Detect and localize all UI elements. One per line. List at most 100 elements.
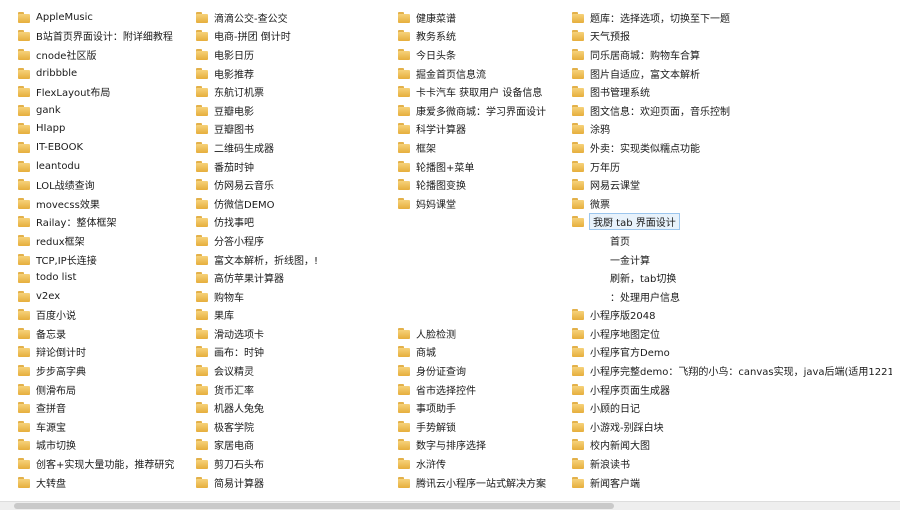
folder-item[interactable]: 百度小说	[18, 306, 196, 325]
folder-item[interactable]: 轮播图+菜单	[398, 157, 576, 176]
subfolder-item[interactable]: 一金计算	[572, 250, 892, 269]
folder-item[interactable]: 家居电商	[196, 436, 374, 455]
subfolder-item[interactable]: 首页	[572, 231, 892, 250]
folder-item[interactable]: 简易计算器	[196, 473, 374, 492]
folder-item[interactable]: 掘金首页信息流	[398, 64, 576, 83]
folder-item[interactable]: 会议精灵	[196, 361, 374, 380]
folder-item[interactable]: 电影日历	[196, 45, 374, 64]
folder-item[interactable]: 今日头条	[398, 45, 576, 64]
folder-item[interactable]: 创客+实现大量功能，推荐研究	[18, 454, 196, 473]
folder-item[interactable]: leantodu	[18, 157, 196, 176]
folder-item[interactable]: 小顾的日记	[572, 398, 892, 417]
folder-item[interactable]: 辩论倒计时	[18, 343, 196, 362]
subfolder-item[interactable]: 刷新，tab切换	[572, 268, 892, 287]
folder-item[interactable]: 天气预报	[572, 27, 892, 46]
folder-item[interactable]: 校内新闻大图	[572, 436, 892, 455]
folder-item[interactable]: 机器人兔兔	[196, 398, 374, 417]
folder-item[interactable]: 涂鸦	[572, 120, 892, 139]
folder-item[interactable]: 外卖：实现类似糯点功能	[572, 138, 892, 157]
folder-item[interactable]: 同乐居商城：购物车合算	[572, 45, 892, 64]
folder-item[interactable]: todo list	[18, 268, 196, 287]
folder-item[interactable]: 商城	[398, 343, 576, 362]
folder-item[interactable]: 剪刀石头布	[196, 454, 374, 473]
folder-item[interactable]: 富文本解析，折线图，!	[196, 250, 374, 269]
folder-item[interactable]: 微票	[572, 194, 892, 213]
folder-item[interactable]: 我厨 tab 界面设计	[572, 213, 892, 232]
folder-item[interactable]: 画布：时钟	[196, 343, 374, 362]
folder-item[interactable]: TCP,IP长连接	[18, 250, 196, 269]
folder-item[interactable]: IT-EBOOK	[18, 138, 196, 157]
folder-item[interactable]: 分答小程序	[196, 231, 374, 250]
horizontal-scrollbar[interactable]	[0, 501, 900, 510]
folder-item[interactable]: 新闻客户端	[572, 473, 892, 492]
folder-item[interactable]: 查拼音	[18, 398, 196, 417]
folder-item[interactable]: 康爱多微商城：学习界面设计	[398, 101, 576, 120]
folder-item[interactable]: LOL战绩查询	[18, 175, 196, 194]
folder-item[interactable]: 果库	[196, 306, 374, 325]
folder-item[interactable]: 高仿苹果计算器	[196, 268, 374, 287]
folder-item[interactable]: HIapp	[18, 120, 196, 139]
subfolder-item[interactable]: ：处理用户信息	[572, 287, 892, 306]
folder-item[interactable]: 框架	[398, 138, 576, 157]
folder-item[interactable]: redux框架	[18, 231, 196, 250]
folder-item[interactable]: 购物车	[196, 287, 374, 306]
scrollbar-thumb[interactable]	[14, 503, 614, 509]
folder-item[interactable]: AppleMusic	[18, 8, 196, 27]
folder-item[interactable]: 小程序官方Demo	[572, 343, 892, 362]
folder-item[interactable]: 备忘录	[18, 324, 196, 343]
folder-item[interactable]: 车源宝	[18, 417, 196, 436]
folder-item[interactable]: 仿找事吧	[196, 213, 374, 232]
folder-item[interactable]: 仿微信DEMO	[196, 194, 374, 213]
folder-item[interactable]: 妈妈课堂	[398, 194, 576, 213]
folder-item[interactable]: 事项助手	[398, 398, 576, 417]
folder-item[interactable]: 腾讯云小程序一站式解决方案	[398, 473, 576, 492]
folder-item[interactable]: cnode社区版	[18, 45, 196, 64]
folder-item[interactable]: B站首页界面设计：附详细教程	[18, 27, 196, 46]
folder-item[interactable]: 图书管理系统	[572, 82, 892, 101]
folder-item[interactable]: 教务系统	[398, 27, 576, 46]
folder-item[interactable]: 科学计算器	[398, 120, 576, 139]
folder-item[interactable]: 滴滴公交-查公交	[196, 8, 374, 27]
folder-item[interactable]: 大转盘	[18, 473, 196, 492]
folder-item[interactable]: gank	[18, 101, 196, 120]
folder-item[interactable]: 仿网易云音乐	[196, 175, 374, 194]
folder-item[interactable]: 二维码生成器	[196, 138, 374, 157]
folder-item[interactable]: 电影推荐	[196, 64, 374, 83]
folder-item[interactable]: 手势解锁	[398, 417, 576, 436]
folder-item[interactable]: 豆瓣电影	[196, 101, 374, 120]
folder-item[interactable]: dribbble	[18, 64, 196, 83]
folder-item[interactable]: 卡卡汽车 获取用户 设备信息	[398, 82, 576, 101]
folder-item[interactable]: Railay：整体框架	[18, 213, 196, 232]
folder-item[interactable]: 滑动选项卡	[196, 324, 374, 343]
folder-item[interactable]: 小程序版2048	[572, 306, 892, 325]
folder-item[interactable]: 题库：选择选项，切换至下一题	[572, 8, 892, 27]
folder-item[interactable]: FlexLayout布局	[18, 82, 196, 101]
folder-item[interactable]: 轮播图变换	[398, 175, 576, 194]
folder-item[interactable]: 万年历	[572, 157, 892, 176]
folder-item[interactable]: 小程序完整demo：飞翔的小鸟：canvas实现，java后端(适用1221)	[572, 361, 892, 380]
folder-item[interactable]: 新浪读书	[572, 454, 892, 473]
folder-item[interactable]: 侧滑布局	[18, 380, 196, 399]
folder-item[interactable]: 番茄时钟	[196, 157, 374, 176]
folder-item[interactable]: 图片自适应，富文本解析	[572, 64, 892, 83]
folder-item[interactable]: 身份证查询	[398, 361, 576, 380]
folder-item[interactable]: 城市切换	[18, 436, 196, 455]
folder-item[interactable]: 人脸检测	[398, 324, 576, 343]
folder-item[interactable]: movecss效果	[18, 194, 196, 213]
folder-item[interactable]: 电商-拼团 倒计时	[196, 27, 374, 46]
folder-item[interactable]: 东航订机票	[196, 82, 374, 101]
folder-item[interactable]: 省市选择控件	[398, 380, 576, 399]
folder-item[interactable]: 小程序地图定位	[572, 324, 892, 343]
folder-item[interactable]: 豆瓣图书	[196, 120, 374, 139]
folder-item[interactable]: 小游戏-别踩白块	[572, 417, 892, 436]
folder-item[interactable]: 水浒传	[398, 454, 576, 473]
folder-item[interactable]: v2ex	[18, 287, 196, 306]
folder-item[interactable]: 步步高字典	[18, 361, 196, 380]
folder-item[interactable]: 极客学院	[196, 417, 374, 436]
folder-item[interactable]: 图文信息：欢迎页面，音乐控制	[572, 101, 892, 120]
folder-item[interactable]: 健康菜谱	[398, 8, 576, 27]
folder-item[interactable]: 货币汇率	[196, 380, 374, 399]
folder-item[interactable]: 小程序页面生成器	[572, 380, 892, 399]
folder-item[interactable]: 数字与排序选择	[398, 436, 576, 455]
folder-item[interactable]: 网易云课堂	[572, 175, 892, 194]
